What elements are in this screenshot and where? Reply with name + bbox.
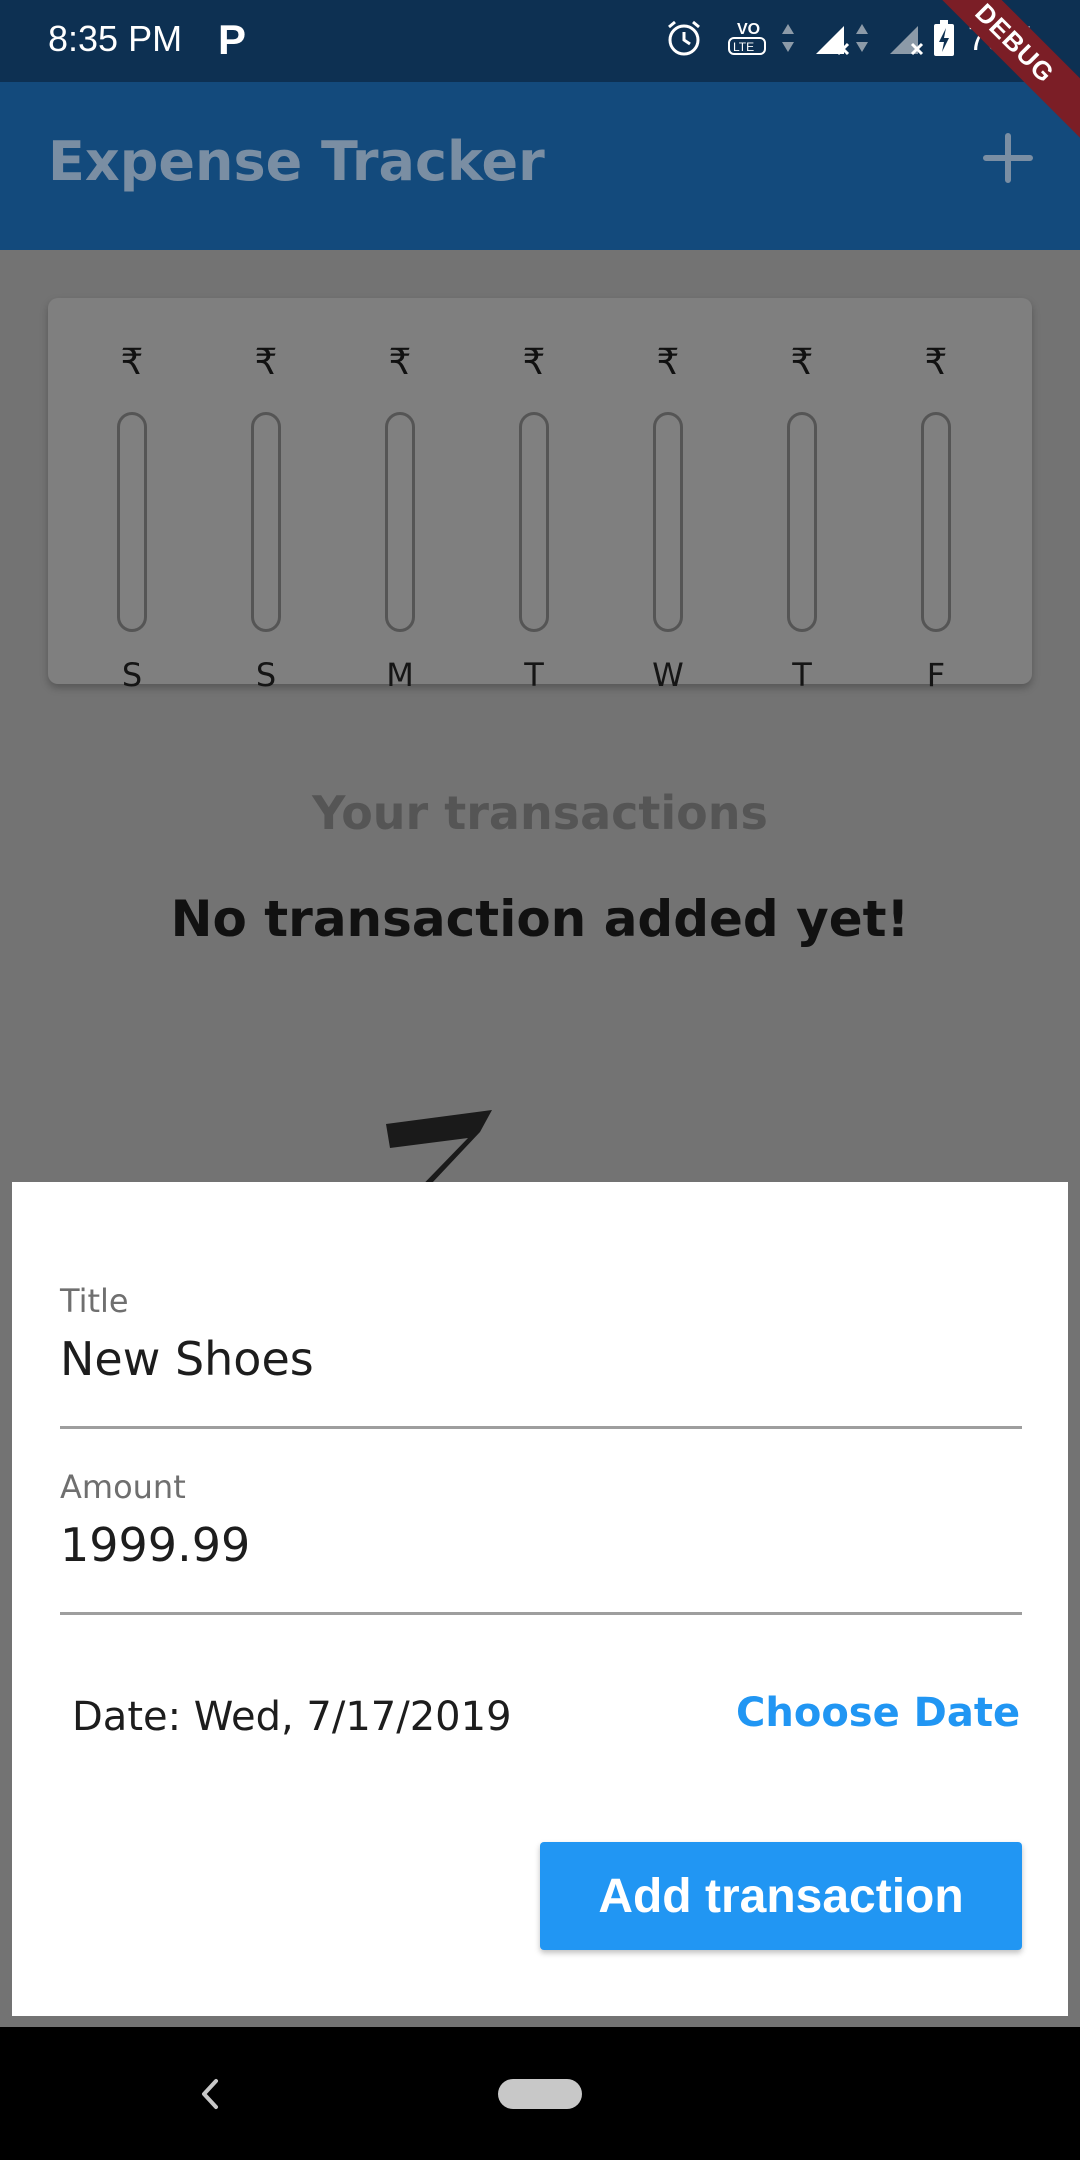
chart-amount-label: ₹: [120, 342, 144, 383]
chart-bar: [653, 412, 683, 632]
choose-date-button[interactable]: Choose Date: [736, 1690, 1020, 1736]
chart-day-column: ₹ S: [92, 298, 172, 694]
chart-day-label: T: [792, 656, 812, 694]
plus-icon: [983, 133, 1033, 183]
chart-day-column: ₹ F: [896, 298, 976, 694]
signal-icon: [884, 16, 928, 60]
svg-text:VO: VO: [737, 21, 760, 38]
back-chevron-icon[interactable]: [186, 2069, 236, 2119]
chart-bar: [385, 412, 415, 632]
svg-text:LTE: LTE: [733, 40, 754, 54]
amount-input-underline: [60, 1612, 1022, 1615]
weekly-chart-card: ₹ S ₹ S ₹ M ₹ T ₹ W ₹ T ₹ F: [48, 298, 1032, 694]
title-input[interactable]: New Shoes: [60, 1332, 314, 1386]
chart-amount-label: ₹: [924, 342, 948, 383]
data-arrows-icon: [852, 16, 872, 60]
add-transaction-icon-button[interactable]: [972, 122, 1044, 194]
amount-input[interactable]: 1999.99: [60, 1518, 250, 1572]
add-transaction-sheet: Title New Shoes Amount 1999.99 Date: Wed…: [12, 1182, 1068, 2016]
chart-amount-label: ₹: [522, 342, 546, 383]
chart-day-label: S: [121, 656, 143, 694]
add-transaction-button[interactable]: Add transaction: [540, 1842, 1022, 1950]
screen: 8:35 PM P VO LTE DEBUG Expense Tracker ₹…: [0, 0, 1080, 2160]
signal-icon: [810, 16, 854, 60]
chart-day-label: S: [255, 656, 277, 694]
chart-amount-label: ₹: [388, 342, 412, 383]
chart-bar: [251, 412, 281, 632]
chart-amount-label: ₹: [656, 342, 680, 383]
zz-sleep-icon: [386, 1110, 492, 1182]
chart-bar: [787, 412, 817, 632]
chart-bar: [921, 412, 951, 632]
chart-day-label: F: [926, 656, 946, 694]
chart-day-label: T: [524, 656, 544, 694]
app-indicator: P: [218, 16, 247, 63]
amount-field-label: Amount: [60, 1468, 186, 1506]
chart-day-label: W: [652, 656, 684, 694]
battery-charging-icon: [930, 16, 958, 60]
alarm-icon: [662, 16, 706, 60]
app-title: Expense Tracker: [48, 130, 545, 193]
main-content: ₹ S ₹ S ₹ M ₹ T ₹ W ₹ T ₹ F Your transactions No tran…: [0, 250, 1080, 1182]
app-bar: Expense Tracker: [0, 82, 1080, 250]
empty-message: No transaction added yet!: [170, 890, 910, 948]
data-arrows-icon: [778, 16, 798, 60]
chart-bar: [117, 412, 147, 632]
chart-day-column: ₹ S: [226, 298, 306, 694]
chart-day-column: ₹ T: [762, 298, 842, 694]
chart-bar: [519, 412, 549, 632]
chart-amount-label: ₹: [254, 342, 278, 383]
status-bar: 8:35 PM P VO LTE: [0, 0, 1080, 82]
volte-icon: VO LTE: [726, 16, 774, 60]
chart-day-column: ₹ T: [494, 298, 574, 694]
navigation-bar: [0, 2027, 1080, 2160]
transactions-heading: Your transactions: [312, 786, 768, 840]
selected-date-text: Date: Wed, 7/17/2019: [72, 1694, 512, 1740]
chart-day-label: M: [386, 656, 414, 694]
title-field-label: Title: [60, 1282, 129, 1320]
chart-day-column: ₹ M: [360, 298, 440, 694]
chart-day-column: ₹ W: [628, 298, 708, 694]
status-time: 8:35 PM: [48, 18, 183, 59]
title-input-underline: [60, 1426, 1022, 1429]
home-pill-icon[interactable]: [498, 2079, 582, 2109]
chart-amount-label: ₹: [790, 342, 814, 383]
